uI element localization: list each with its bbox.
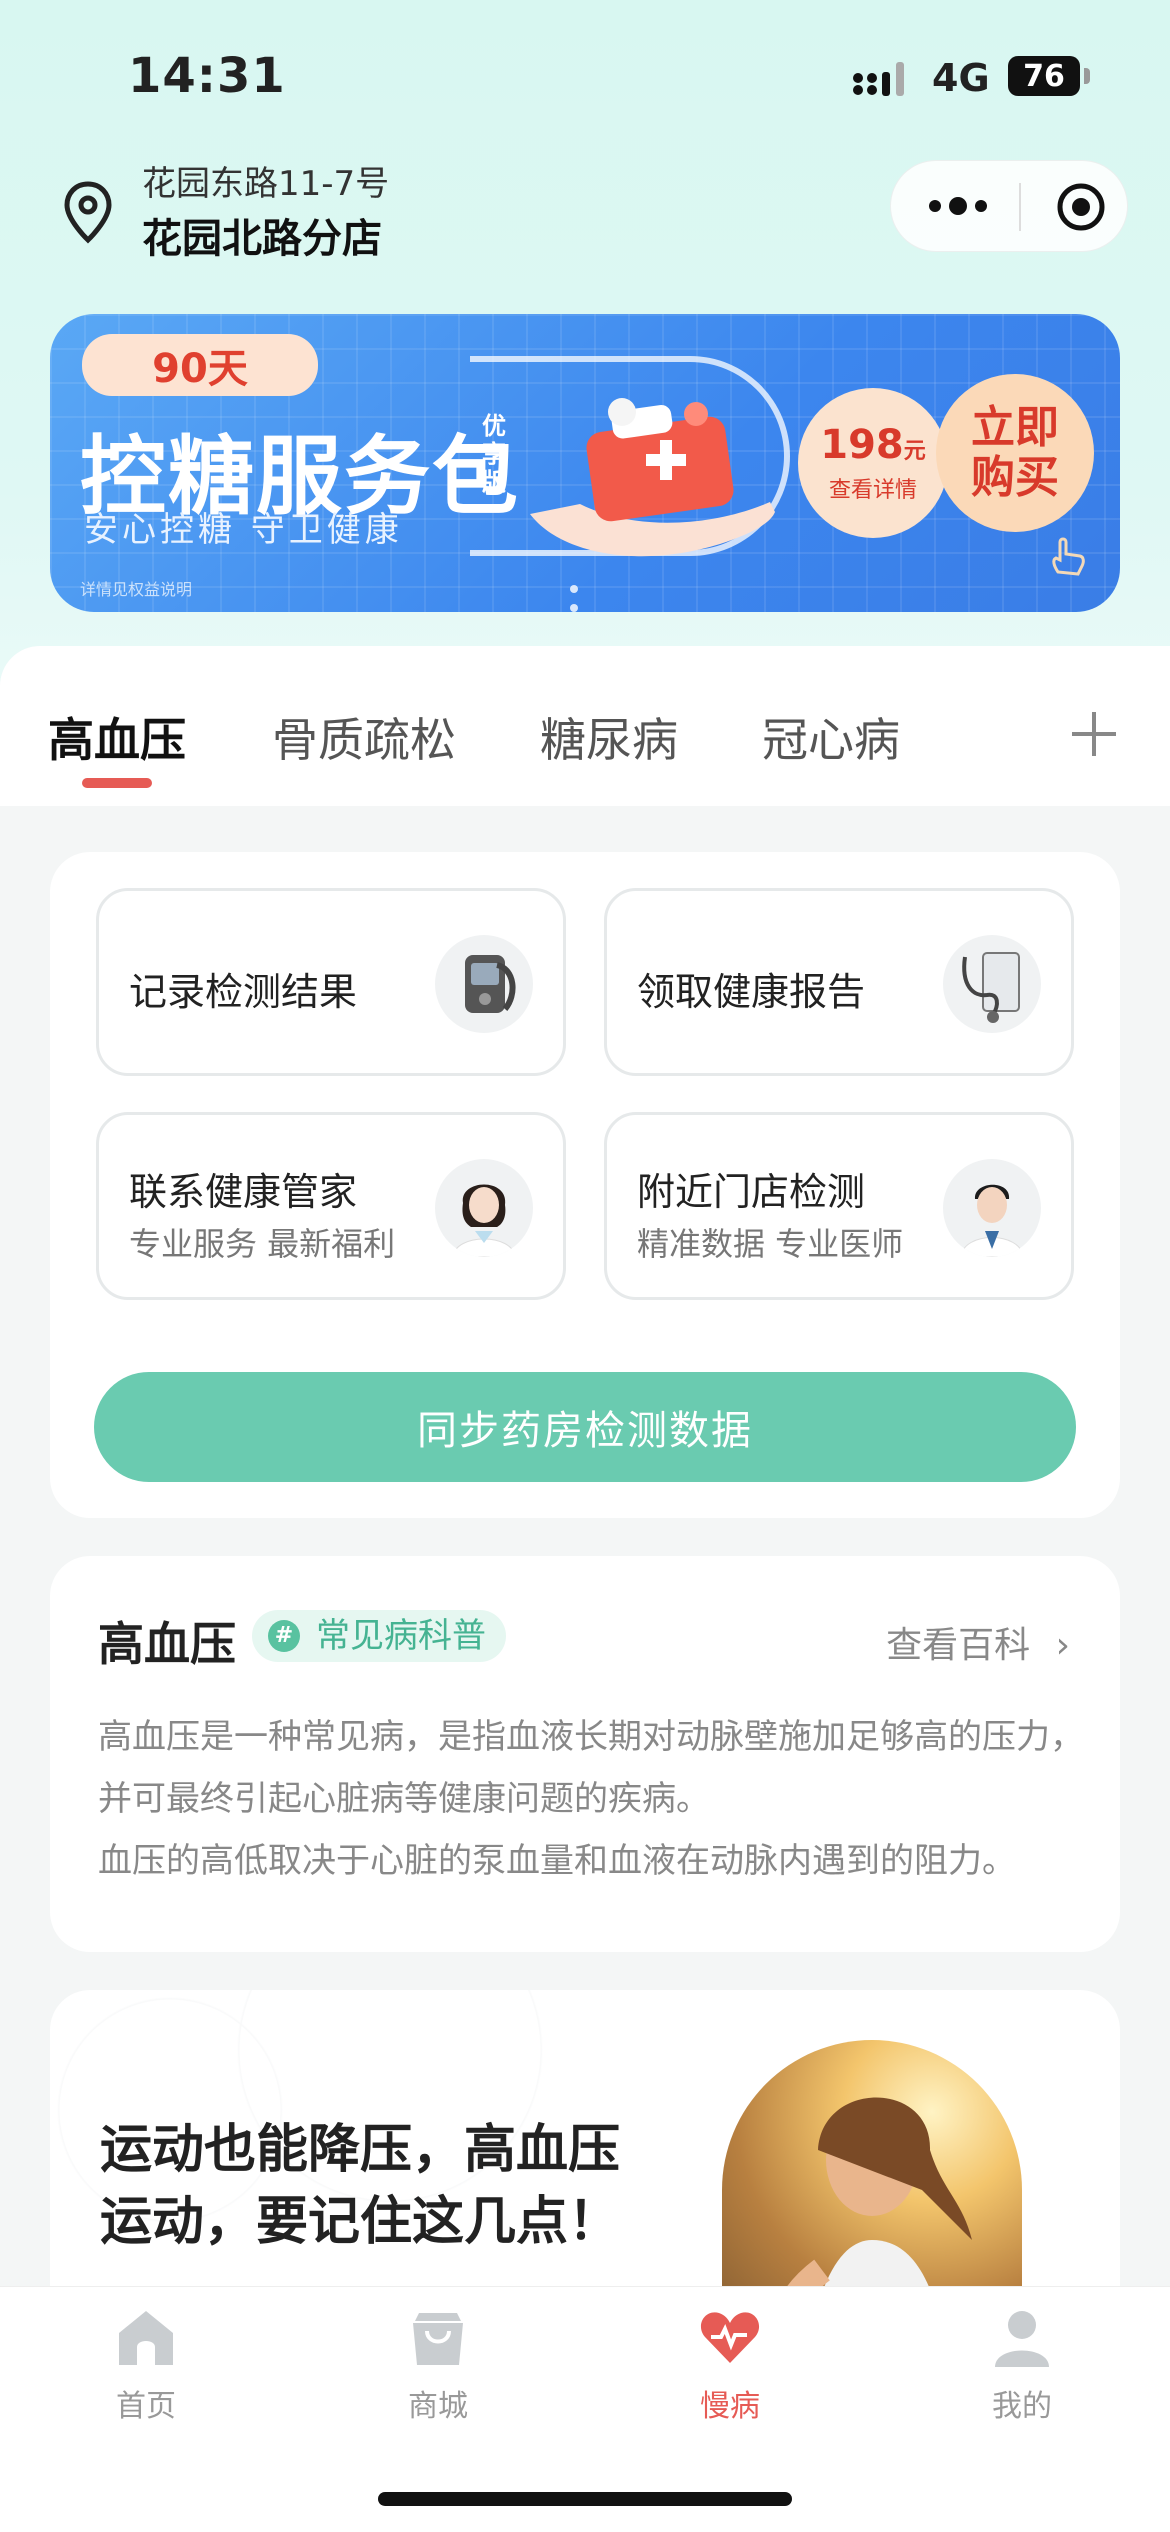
- encyclopedia-paragraph-1: 高血压是一种常见病，是指血液长期对动脉壁施加足够高的压力，并可最终引起心脏病等健…: [98, 1717, 1084, 1819]
- battery-icon: 76: [1008, 56, 1080, 96]
- tabbar-home[interactable]: 首页: [66, 2305, 226, 2425]
- tabbar-shop-label: 商城: [408, 2389, 468, 2424]
- nearby-store-test-subtitle: 精准数据 专业医师: [637, 1225, 904, 1263]
- battery-tip: [1084, 68, 1090, 84]
- article-title-line-2: 运动，要记住这几点！: [100, 2192, 621, 2252]
- health-report-button[interactable]: 领取健康报告: [604, 888, 1074, 1076]
- record-results-label: 记录检测结果: [129, 970, 358, 1014]
- store-address[interactable]: 花园东路11-7号: [142, 156, 389, 205]
- tabbar-shop[interactable]: 商城: [358, 2305, 518, 2425]
- add-tab-icon[interactable]: [1068, 708, 1120, 760]
- banner-subtitle: 安心控糖 守卫健康: [84, 510, 403, 550]
- health-report-label: 领取健康报告: [637, 970, 866, 1014]
- banner-price-unit: 元: [903, 439, 926, 464]
- hashtag-icon: #: [268, 1620, 300, 1652]
- signal-icon: [853, 62, 904, 96]
- shop-bag-icon: [413, 2313, 463, 2365]
- tabbar-home-label: 首页: [116, 2389, 176, 2424]
- disease-tabs: 高血压 骨质疏松 糖尿病 冠心病: [0, 646, 1170, 806]
- science-badge-label: 常见病科普: [316, 1616, 486, 1656]
- encyclopedia-title: 高血压: [98, 1617, 236, 1671]
- chevron-right-icon: ›: [1055, 1625, 1070, 1666]
- banner-title-mark: 优享版: [482, 412, 506, 496]
- tabbar-chronic[interactable]: 慢病: [650, 2305, 810, 2425]
- contact-manager-label: 联系健康管家: [129, 1170, 358, 1214]
- buy-now-button[interactable]: 立即购买: [936, 374, 1094, 532]
- tabbar-chronic-label: 慢病: [700, 2389, 760, 2424]
- bp-monitor-icon: [435, 935, 533, 1033]
- nearby-store-test-button[interactable]: 附近门店检测 精准数据 专业医师: [604, 1112, 1074, 1300]
- battery-level: 76: [1023, 58, 1065, 94]
- contact-manager-button[interactable]: 联系健康管家 专业服务 最新福利: [96, 1112, 566, 1300]
- price-badge[interactable]: 198元 查看详情: [798, 388, 948, 538]
- health-actions-card: 记录检测结果 领取健康报告 联系健康管家 专业服务 最新福利 附近门店检测 精准…: [50, 852, 1120, 1518]
- promo-banner[interactable]: 90天 控糖服务包 优享版 安心控糖 守卫健康 详情见权益说明 198元 查看详…: [50, 314, 1120, 612]
- tab-osteoporosis[interactable]: 骨质疏松: [272, 704, 456, 770]
- location-pin-icon[interactable]: [62, 180, 114, 244]
- banner-days-tag: 90天: [82, 334, 318, 396]
- miniprogram-capsule: [890, 160, 1128, 252]
- heart-icon: [700, 2312, 760, 2363]
- tab-coronary[interactable]: 冠心病: [762, 704, 900, 770]
- profile-icon: [995, 2311, 1049, 2367]
- status-time: 14:31: [128, 48, 286, 104]
- tab-diabetes[interactable]: 糖尿病: [540, 704, 678, 770]
- article-title: 运动也能降压，高血压 运动，要记住这几点！: [100, 2114, 700, 2258]
- tabbar-profile-label: 我的: [992, 2389, 1052, 2424]
- science-badge: # 常见病科普: [252, 1610, 506, 1662]
- network-type: 4G: [932, 56, 990, 100]
- contact-manager-subtitle: 专业服务 最新福利: [129, 1225, 396, 1263]
- banner-price: 198: [820, 422, 904, 468]
- more-icon[interactable]: [927, 191, 989, 221]
- home-indicator: [378, 2492, 792, 2506]
- close-target-icon[interactable]: [1055, 181, 1107, 233]
- banner-price-detail: 查看详情: [828, 478, 917, 503]
- banner-page-indicator: [570, 578, 606, 612]
- banner-footnote: 详情见权益说明: [80, 580, 193, 599]
- nearby-store-test-label: 附近门店检测: [637, 1170, 866, 1214]
- view-encyclopedia-link[interactable]: 查看百科 ›: [886, 1616, 1070, 1668]
- disease-encyclopedia-card: 高血压 # 常见病科普 查看百科 › 高血压是一种常见病，是指血液长期对动脉壁施…: [50, 1556, 1120, 1952]
- store-name[interactable]: 花园北路分店: [142, 206, 382, 264]
- medicine-kit-icon: [530, 398, 775, 557]
- view-encyclopedia-label: 查看百科: [886, 1625, 1031, 1666]
- record-results-button[interactable]: 记录检测结果: [96, 888, 566, 1076]
- sync-pharmacy-data-button[interactable]: 同步药房检测数据: [94, 1372, 1076, 1482]
- tab-hypertension[interactable]: 高血压: [48, 704, 186, 770]
- active-tab-indicator: [82, 778, 152, 788]
- tabbar-profile[interactable]: 我的: [942, 2305, 1102, 2425]
- tap-hand-icon: [1052, 537, 1085, 576]
- capsule-divider: [1019, 183, 1021, 231]
- home-icon: [119, 2311, 173, 2365]
- encyclopedia-paragraph-2: 血压的高低取决于心脏的泵血量和血液在动脉内遇到的阻力。: [98, 1841, 1016, 1881]
- status-bar: 14:31 4G 76: [0, 0, 1170, 150]
- male-doctor-avatar: [943, 1159, 1041, 1257]
- article-title-line-1: 运动也能降压，高血压: [100, 2120, 621, 2180]
- stethoscope-icon: [943, 935, 1041, 1033]
- encyclopedia-text: 高血压是一种常见病，是指血液长期对动脉壁施加足够高的压力，并可最终引起心脏病等健…: [98, 1706, 1088, 1892]
- female-doctor-avatar: [435, 1159, 533, 1257]
